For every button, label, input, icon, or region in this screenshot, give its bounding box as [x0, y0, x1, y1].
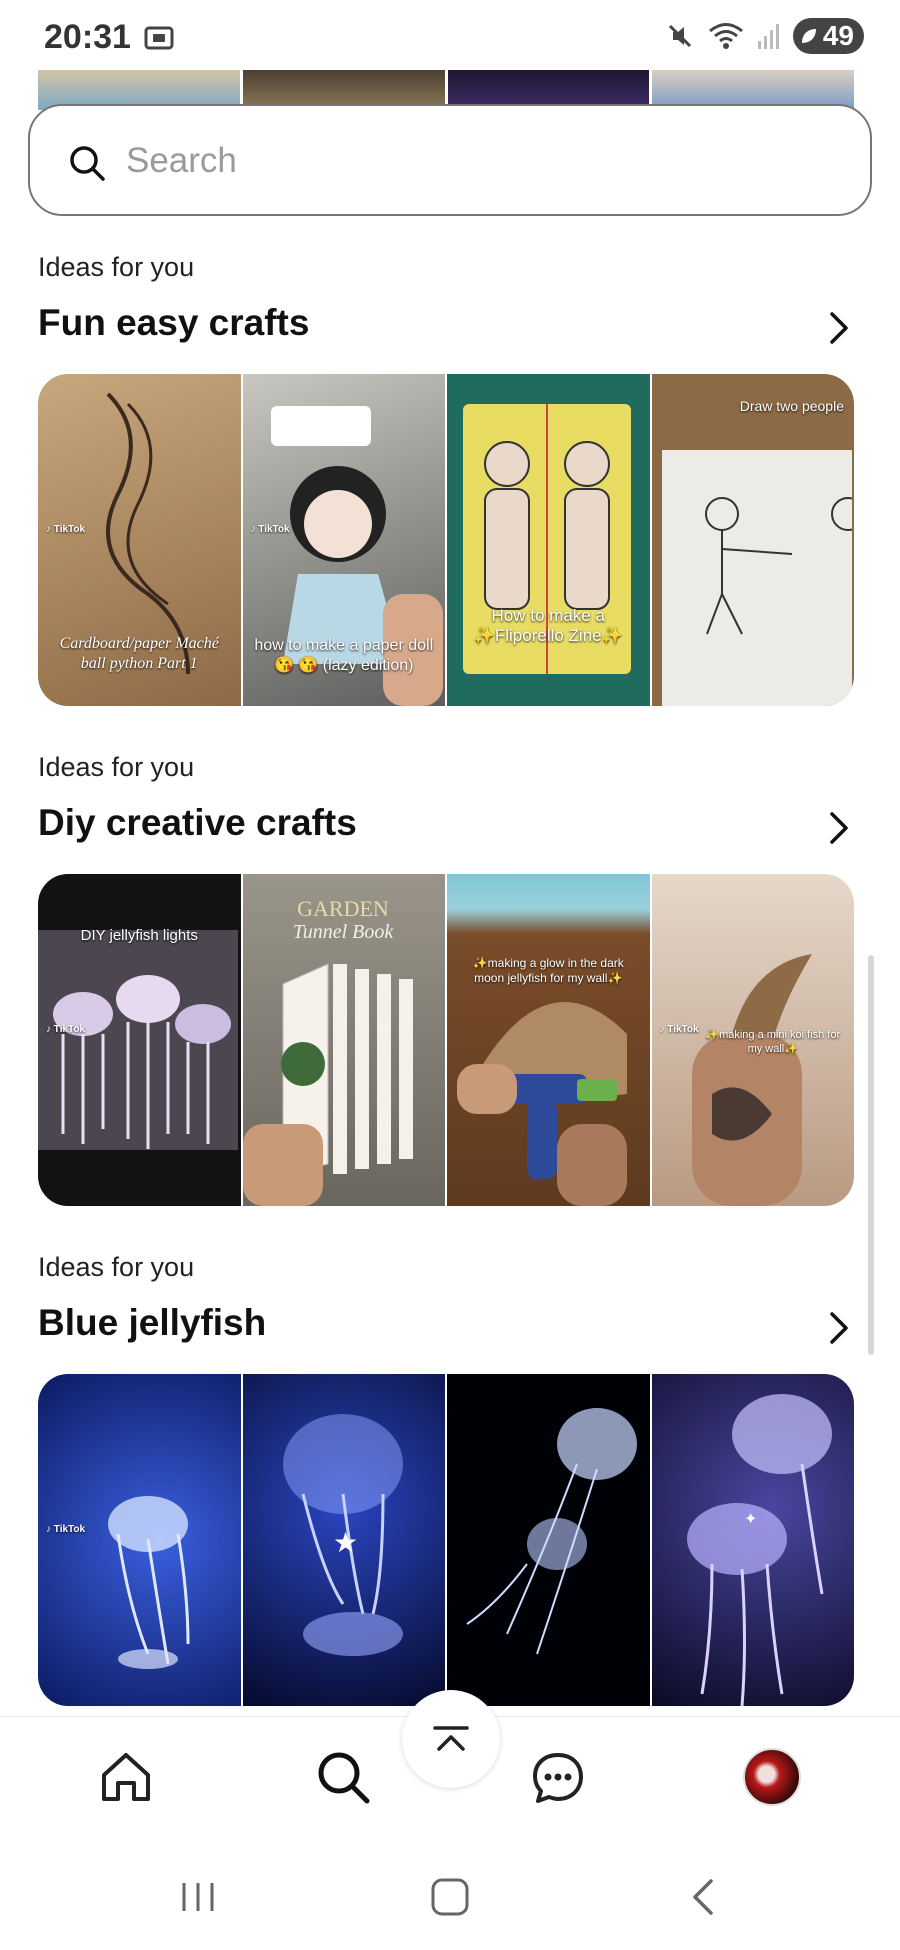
search-icon — [70, 146, 105, 181]
section-kicker: Ideas for you — [38, 752, 195, 782]
tile-caption: Draw two people — [739, 398, 844, 414]
battery-level: 49 — [822, 20, 854, 51]
pin-tile[interactable]: ✨making a glow in the dark moon jellyfis… — [447, 874, 650, 1206]
search-input[interactable] — [126, 136, 826, 186]
nav-search[interactable] — [305, 1739, 381, 1815]
tile-caption: DIY jellyfish lights — [80, 927, 198, 944]
section-title[interactable]: Fun easy crafts — [38, 302, 309, 344]
tiktok-logo: ♪ TikTok — [250, 524, 290, 535]
pin-tile[interactable]: ♪ TikTok Cardboard/paper Maché ball pyth… — [38, 374, 241, 706]
leaf-icon — [801, 29, 816, 43]
nav-messages[interactable] — [520, 1739, 596, 1815]
tile-caption: ✨making a mini koi fish for my wall✨ — [705, 1029, 841, 1055]
pin-tile[interactable] — [447, 1374, 650, 1706]
pin-tile[interactable]: How to make a ✨Fliporello Zine✨ — [447, 374, 650, 706]
home-icon — [102, 1753, 150, 1801]
jellyfish-lights-image — [38, 930, 238, 1150]
chevron-right-icon[interactable] — [824, 810, 854, 846]
tile-caption: ✨making a glow in the dark moon jellyfis… — [472, 956, 624, 985]
jellyfish-image — [108, 1496, 190, 1669]
messages-icon — [533, 1753, 583, 1803]
tile-caption: Cardboard/paper Maché ball python Part 1 — [59, 635, 219, 672]
scroll-to-top-button[interactable] — [402, 1690, 500, 1788]
section-kicker: Ideas for you — [38, 252, 195, 282]
recent-apps-button[interactable] — [168, 1872, 228, 1922]
wifi-icon — [708, 23, 743, 49]
system-navigation-bar — [0, 1840, 900, 1950]
mute-icon — [668, 24, 691, 48]
recent-apps-icon — [182, 1883, 214, 1911]
scrollbar[interactable] — [868, 955, 874, 1355]
jellyfish-image — [466, 1408, 637, 1655]
tiktok-logo: ♪ TikTok — [46, 1524, 86, 1535]
pin-tile[interactable]: Draw two people — [651, 374, 854, 706]
pin-tile[interactable]: ♪ TikTok DIY jellyfish lights — [38, 874, 241, 1206]
section-kicker: Ideas for you — [38, 1252, 195, 1282]
status-bar: 20:31 49 — [0, 0, 900, 70]
jellyfish-image: ★ — [282, 1414, 403, 1656]
search-bar[interactable] — [28, 104, 872, 216]
pin-tile[interactable]: ♪ TikTok — [38, 1374, 241, 1706]
section-title[interactable]: Diy creative crafts — [38, 802, 357, 844]
svg-text:★: ★ — [333, 1526, 358, 1559]
nav-profile[interactable] — [734, 1739, 810, 1815]
svg-text:Tunnel Book: Tunnel Book — [292, 921, 394, 943]
battery-icon: 49 — [792, 18, 864, 54]
glue-gun-image — [457, 1002, 627, 1206]
status-icons: 49 — [665, 18, 864, 54]
profile-avatar — [743, 1748, 801, 1806]
pin-tile[interactable]: ♪ TikTok ✨making a mini koi fish for my … — [651, 874, 854, 1206]
search-icon — [318, 1752, 370, 1804]
back-icon — [693, 1879, 713, 1915]
signal-icon — [757, 24, 779, 49]
pin-row: ♪ TikTok ★ ✦ — [38, 1374, 854, 1706]
pin-tile[interactable]: GARDEN Tunnel Book — [242, 874, 445, 1206]
zine-image — [463, 404, 631, 674]
tile-caption: How to make a ✨Fliporello Zine✨ — [473, 606, 623, 645]
tiktok-logo: ♪ TikTok — [46, 1024, 86, 1035]
section-title[interactable]: Blue jellyfish — [38, 1302, 266, 1344]
pin-tile[interactable]: ★ — [242, 1374, 445, 1706]
pin-tile[interactable]: ✦ — [651, 1374, 854, 1706]
back-button[interactable] — [672, 1872, 732, 1922]
screenshot-icon — [144, 26, 174, 50]
pin-row: ♪ TikTok DIY jellyfish lights GARDEN Tun… — [38, 874, 854, 1206]
status-time: 20:31 — [44, 18, 131, 56]
home-system-button[interactable] — [420, 1872, 480, 1922]
chevron-right-icon[interactable] — [824, 1310, 854, 1346]
tiktok-logo: ♪ TikTok — [46, 524, 86, 535]
home-square-icon — [431, 1878, 469, 1916]
pin-tile[interactable]: ♪ TikTok how to make a paper doll 😘 😘 (l… — [242, 374, 445, 706]
chevron-right-icon[interactable] — [824, 310, 854, 346]
tunnel-book-image: GARDEN Tunnel Book — [242, 896, 413, 1206]
scroll-to-top-icon — [433, 1726, 469, 1751]
drawing-image — [661, 450, 852, 706]
jellyfish-image: ✦ — [686, 1394, 832, 1706]
svg-text:✦: ✦ — [744, 1509, 757, 1528]
tile-caption: how to make a paper doll 😘 😘 (lazy editi… — [254, 637, 434, 674]
pin-row: ♪ TikTok Cardboard/paper Maché ball pyth… — [38, 374, 854, 706]
svg-text:GARDEN: GARDEN — [297, 896, 389, 921]
nav-home[interactable] — [88, 1739, 164, 1815]
